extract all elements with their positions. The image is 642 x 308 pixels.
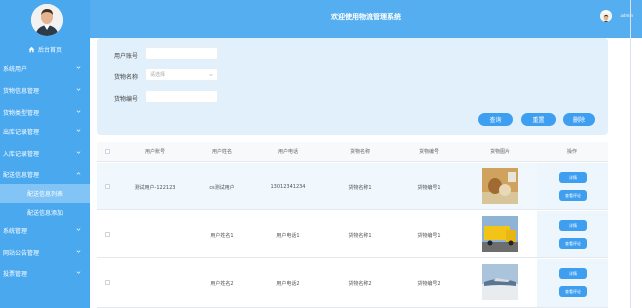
sidebar-item-outbound[interactable]: 出库记录管理 bbox=[0, 120, 90, 142]
username[interactable]: admin bbox=[620, 13, 633, 18]
header-goods-image: 货物图片 bbox=[489, 149, 510, 155]
avatar bbox=[31, 4, 63, 36]
row-checkbox[interactable] bbox=[105, 232, 110, 237]
chevron-down-icon bbox=[76, 88, 81, 91]
sidebar-item-system[interactable]: 系统管理 bbox=[0, 219, 90, 241]
cell-goods-name: 货物名称2 bbox=[348, 281, 372, 287]
view-reviews-button[interactable]: 查看评论 bbox=[559, 238, 587, 249]
sidebar-item-goods[interactable]: 货物信息管理 bbox=[0, 79, 90, 101]
sidebar: 后台首页 系统用户 货物信息管理 货物类型管理 出库记录管理 入库记录管理 配送… bbox=[0, 0, 90, 308]
view-reviews-button[interactable]: 查看评论 bbox=[559, 190, 587, 201]
chevron-down-icon bbox=[76, 66, 81, 69]
cell-goods-name: 货物名称1 bbox=[348, 185, 372, 191]
sidebar-item-label: 货物信息管理 bbox=[3, 87, 40, 95]
row-checkbox[interactable] bbox=[105, 280, 110, 285]
sidebar-subitem-delivery-list[interactable]: 配送信息列表 bbox=[0, 184, 90, 203]
table-header: 用户账号 用户姓名 用户电话 货物名称 货物编号 货物图片 操作 bbox=[97, 142, 608, 162]
cell-account: 测试用户-122123 bbox=[134, 185, 176, 191]
sidebar-subitem-label: 配送信息列表 bbox=[26, 191, 63, 198]
sidebar-subitem-label: 配送信息添加 bbox=[26, 210, 63, 217]
cell-goods-no: 货物编号1 bbox=[417, 185, 441, 191]
cell-goods-name: 货物名称1 bbox=[348, 233, 372, 239]
cell-name: 用户姓名2 bbox=[210, 281, 234, 287]
sidebar-item-system-users[interactable]: 系统用户 bbox=[0, 57, 90, 79]
header-account: 用户账号 bbox=[144, 149, 165, 155]
header-goods-no: 货物编号 bbox=[418, 149, 439, 155]
table-row: 用户姓名1 用户电话1 货物名称1 货物编号1 详情 查看评论 bbox=[97, 211, 608, 258]
search-panel: 用户账号 货物名称 请选择 货物编号 查询 重置 删除 bbox=[97, 38, 608, 135]
sidebar-item-label: 系统管理 bbox=[3, 227, 28, 235]
sidebar-item-home[interactable]: 后台首页 bbox=[0, 43, 90, 55]
delivery-table: 用户账号 用户姓名 用户电话 货物名称 货物编号 货物图片 操作 测试用户-12… bbox=[97, 142, 608, 308]
table-row: 测试用户-122123 cs测试用户 13012341234 货物名称1 货物编… bbox=[97, 163, 608, 210]
detail-button[interactable]: 详情 bbox=[559, 172, 587, 183]
cell-name: cs测试用户 bbox=[209, 185, 235, 191]
account-input[interactable] bbox=[145, 47, 218, 60]
goods-image bbox=[482, 168, 518, 204]
row-checkbox[interactable] bbox=[105, 184, 110, 189]
cell-phone: 用户电话2 bbox=[276, 281, 300, 287]
scrollbar-track[interactable] bbox=[630, 0, 631, 308]
sidebar-item-label: 网站公告管理 bbox=[3, 249, 40, 257]
cell-phone: 13012341234 bbox=[270, 184, 306, 190]
chevron-down-icon bbox=[76, 151, 81, 154]
sidebar-item-label: 出库记录管理 bbox=[3, 128, 40, 136]
goods-image bbox=[482, 216, 518, 252]
user-avatar[interactable] bbox=[600, 10, 612, 22]
chevron-down-icon bbox=[76, 250, 81, 253]
goods-no-input[interactable] bbox=[145, 90, 218, 103]
detail-button[interactable]: 详情 bbox=[559, 220, 587, 231]
app-root: 后台首页 系统用户 货物信息管理 货物类型管理 出库记录管理 入库记录管理 配送… bbox=[0, 0, 642, 308]
chevron-down-icon bbox=[76, 129, 81, 132]
select-all-checkbox[interactable] bbox=[105, 149, 110, 154]
detail-button[interactable]: 详情 bbox=[559, 268, 587, 279]
goods-no-label: 货物编号 bbox=[114, 96, 139, 103]
home-icon bbox=[28, 46, 35, 52]
sidebar-item-delivery[interactable]: 配送信息管理 bbox=[0, 163, 90, 185]
chevron-down-icon bbox=[209, 74, 213, 77]
sidebar-item-label: 配送信息管理 bbox=[3, 171, 40, 179]
sidebar-item-announcement[interactable]: 网站公告管理 bbox=[0, 241, 90, 263]
reset-button[interactable]: 重置 bbox=[521, 113, 556, 126]
goods-name-placeholder: 请选择 bbox=[150, 72, 166, 78]
sidebar-item-inbound[interactable]: 入库记录管理 bbox=[0, 142, 90, 164]
chevron-down-icon bbox=[76, 271, 81, 274]
cell-phone: 用户电话1 bbox=[276, 233, 300, 239]
chevron-down-icon bbox=[76, 228, 81, 231]
actions-cell: 详情 查看评论 bbox=[537, 259, 608, 307]
cell-name: 用户姓名1 bbox=[210, 233, 234, 239]
account-label: 用户账号 bbox=[114, 53, 139, 60]
actions-cell: 详情 查看评论 bbox=[537, 211, 608, 257]
page-title: 欢迎使用物流管理系统 bbox=[331, 13, 401, 21]
goods-image bbox=[482, 264, 518, 300]
table-row: 用户姓名2 用户电话2 货物名称2 货物编号2 详情 查看评论 bbox=[97, 259, 608, 308]
sidebar-item-vote[interactable]: 投票管理 bbox=[0, 262, 90, 284]
chevron-down-icon bbox=[76, 110, 81, 113]
header-goods-name: 货物名称 bbox=[349, 149, 370, 155]
chevron-up-icon bbox=[76, 172, 81, 175]
cell-goods-no: 货物编号2 bbox=[417, 281, 441, 287]
top-header: 欢迎使用物流管理系统 admin bbox=[90, 0, 642, 38]
query-button[interactable]: 查询 bbox=[478, 113, 513, 126]
sidebar-item-label: 货物类型管理 bbox=[3, 109, 40, 117]
delete-button[interactable]: 删除 bbox=[563, 113, 595, 126]
goods-name-label: 货物名称 bbox=[114, 74, 139, 81]
sidebar-item-label: 系统用户 bbox=[3, 65, 28, 73]
actions-cell: 详情 查看评论 bbox=[537, 163, 608, 209]
sidebar-item-label: 投票管理 bbox=[3, 270, 28, 278]
sidebar-item-label: 后台首页 bbox=[37, 46, 62, 54]
header-actions: 操作 bbox=[566, 149, 577, 155]
sidebar-item-label: 入库记录管理 bbox=[3, 150, 40, 158]
header-phone: 用户电话 bbox=[277, 149, 298, 155]
header-name: 用户姓名 bbox=[211, 149, 232, 155]
view-reviews-button[interactable]: 查看评论 bbox=[559, 286, 587, 297]
cell-goods-no: 货物编号1 bbox=[417, 233, 441, 239]
goods-name-select[interactable]: 请选择 bbox=[145, 68, 218, 81]
